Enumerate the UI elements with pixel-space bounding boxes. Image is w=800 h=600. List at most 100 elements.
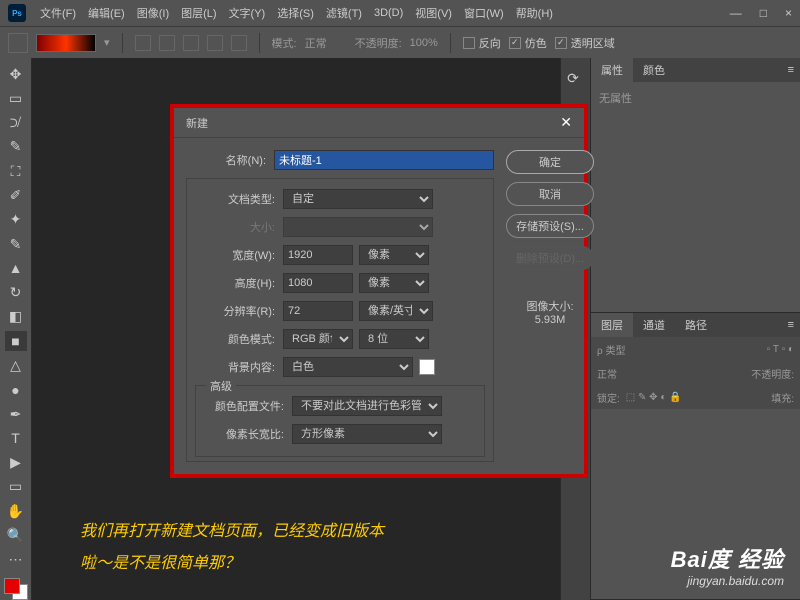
preset-select[interactable]: 自定: [283, 189, 433, 209]
marquee-tool-icon[interactable]: ▭: [5, 88, 27, 108]
lasso-tool-icon[interactable]: ⟉: [5, 113, 27, 133]
window-maximize-icon[interactable]: □: [760, 6, 767, 20]
name-label: 名称(N):: [186, 152, 266, 168]
window-close-icon[interactable]: ×: [785, 6, 792, 20]
dodge-tool-icon[interactable]: ●: [5, 380, 27, 400]
color-swatch[interactable]: [4, 578, 28, 600]
opacity-value[interactable]: 100%: [410, 37, 438, 49]
dialog-close-icon[interactable]: ✕: [560, 114, 572, 131]
tab-paths[interactable]: 路径: [675, 313, 717, 337]
brush-tool-icon[interactable]: ✎: [5, 234, 27, 254]
quick-select-tool-icon[interactable]: ✎: [5, 137, 27, 157]
menu-bar: Ps 文件(F) 编辑(E) 图像(I) 图层(L) 文字(Y) 选择(S) 滤…: [0, 0, 800, 26]
layer-opacity-label: 不透明度:: [751, 366, 794, 381]
width-input[interactable]: [283, 245, 353, 265]
tab-layers[interactable]: 图层: [591, 313, 633, 337]
reverse-checkbox[interactable]: 反向: [463, 35, 501, 51]
width-unit-select[interactable]: 像素: [359, 245, 429, 265]
menu-help[interactable]: 帮助(H): [510, 5, 559, 21]
menu-3d[interactable]: 3D(D): [368, 7, 409, 19]
width-label: 宽度(W):: [195, 247, 275, 263]
layers-lock-bar: 锁定: ⬚ ✎ ✥ ◐ 🔒 填充:: [591, 385, 800, 409]
save-preset-button[interactable]: 存储预设(S)...: [506, 214, 594, 238]
gradient-linear-icon[interactable]: [135, 35, 151, 51]
color-mode-select[interactable]: RGB 颜色: [283, 329, 353, 349]
annotation-text: 我们再打开新建文档页面，已经变成旧版本 啦～是不是很简单那？: [80, 516, 384, 580]
history-panel-icon[interactable]: ⟳: [561, 66, 585, 90]
blur-tool-icon[interactable]: △: [5, 355, 27, 375]
bg-color-preview[interactable]: [419, 359, 435, 375]
menu-edit[interactable]: 编辑(E): [82, 5, 131, 21]
move-tool-icon[interactable]: ✥: [5, 64, 27, 84]
gradient-tool-icon[interactable]: ■: [5, 331, 27, 351]
panel-menu-icon[interactable]: ≡: [788, 319, 794, 331]
size-label: 大小:: [195, 219, 275, 235]
history-brush-tool-icon[interactable]: ↻: [5, 283, 27, 303]
menu-view[interactable]: 视图(V): [409, 5, 458, 21]
menu-select[interactable]: 选择(S): [271, 5, 320, 21]
gradient-preview[interactable]: [36, 34, 96, 52]
stamp-tool-icon[interactable]: ▲: [5, 258, 27, 278]
blend-mode-select[interactable]: 正常: [597, 366, 617, 381]
tab-properties[interactable]: 属性: [591, 58, 633, 82]
zoom-tool-icon[interactable]: 🔍: [5, 525, 27, 545]
right-panels: 属性 颜色 ≡ 无属性 图层 通道 路径 ≡ ρ 类型 ▫ T ▫ ◐ 正常 不…: [590, 58, 800, 600]
tool-preset-icon[interactable]: [8, 33, 28, 53]
height-input[interactable]: [283, 273, 353, 293]
gradient-angle-icon[interactable]: [183, 35, 199, 51]
color-profile-select[interactable]: 不要对此文档进行色彩管理: [292, 396, 442, 416]
layer-filter-kind[interactable]: ρ 类型: [597, 342, 625, 357]
watermark: Bai度 经验 jingyan.baidu.com: [671, 542, 784, 588]
gradient-dropdown-icon[interactable]: ▾: [104, 36, 110, 49]
tab-color[interactable]: 颜色: [633, 58, 675, 82]
gradient-diamond-icon[interactable]: [231, 35, 247, 51]
bit-depth-select[interactable]: 8 位: [359, 329, 429, 349]
fg-color-swatch[interactable]: [4, 578, 20, 594]
layers-blend-bar: 正常 不透明度:: [591, 361, 800, 385]
menu-window[interactable]: 窗口(W): [458, 5, 510, 21]
hand-tool-icon[interactable]: ✋: [5, 501, 27, 521]
gradient-reflected-icon[interactable]: [207, 35, 223, 51]
pixel-aspect-label: 像素长宽比:: [204, 426, 284, 442]
menu-file[interactable]: 文件(F): [34, 5, 82, 21]
name-input[interactable]: [274, 150, 494, 170]
properties-panel-body: 无属性: [591, 82, 800, 312]
menu-type[interactable]: 文字(Y): [223, 5, 272, 21]
pen-tool-icon[interactable]: ✒: [5, 404, 27, 424]
resolution-unit-select[interactable]: 像素/英寸: [359, 301, 433, 321]
resolution-label: 分辨率(R):: [195, 303, 275, 319]
transparency-checkbox[interactable]: ✓透明区域: [555, 35, 615, 51]
tools-panel: ✥ ▭ ⟉ ✎ ⛶ ✐ ✦ ✎ ▲ ↻ ◧ ■ △ ● ✒ T ▶ ▭ ✋ 🔍 …: [0, 58, 32, 600]
dither-checkbox[interactable]: ✓仿色: [509, 35, 547, 51]
healing-tool-icon[interactable]: ✦: [5, 210, 27, 230]
size-select: [283, 217, 433, 237]
height-unit-select[interactable]: 像素: [359, 273, 429, 293]
panel-menu-icon[interactable]: ≡: [788, 64, 794, 76]
ok-button[interactable]: 确定: [506, 150, 594, 174]
menu-filter[interactable]: 滤镜(T): [320, 5, 368, 21]
new-document-dialog: 新建 ✕ 名称(N): 文档类型: 自定 大小:: [170, 104, 588, 478]
menu-layer[interactable]: 图层(L): [175, 5, 222, 21]
opacity-label: 不透明度:: [355, 35, 402, 51]
layers-panel-body: [591, 409, 800, 449]
eyedropper-tool-icon[interactable]: ✐: [5, 185, 27, 205]
menu-image[interactable]: 图像(I): [131, 5, 175, 21]
image-size-value: 5.93M: [526, 314, 573, 326]
type-tool-icon[interactable]: T: [5, 428, 27, 448]
edit-toolbar-icon[interactable]: ⋯: [5, 550, 27, 570]
mode-select[interactable]: 正常: [305, 35, 327, 51]
window-minimize-icon[interactable]: —: [730, 6, 742, 20]
pixel-aspect-select[interactable]: 方形像素: [292, 424, 442, 444]
path-select-tool-icon[interactable]: ▶: [5, 453, 27, 473]
crop-tool-icon[interactable]: ⛶: [5, 161, 27, 181]
cancel-button[interactable]: 取消: [506, 182, 594, 206]
tab-channels[interactable]: 通道: [633, 313, 675, 337]
gradient-radial-icon[interactable]: [159, 35, 175, 51]
shape-tool-icon[interactable]: ▭: [5, 477, 27, 497]
delete-preset-button: 删除预设(D)...: [506, 246, 594, 270]
eraser-tool-icon[interactable]: ◧: [5, 307, 27, 327]
dialog-title: 新建: [186, 115, 208, 131]
bg-content-select[interactable]: 白色: [283, 357, 413, 377]
resolution-input[interactable]: [283, 301, 353, 321]
layers-filter-bar: ρ 类型 ▫ T ▫ ◐: [591, 337, 800, 361]
